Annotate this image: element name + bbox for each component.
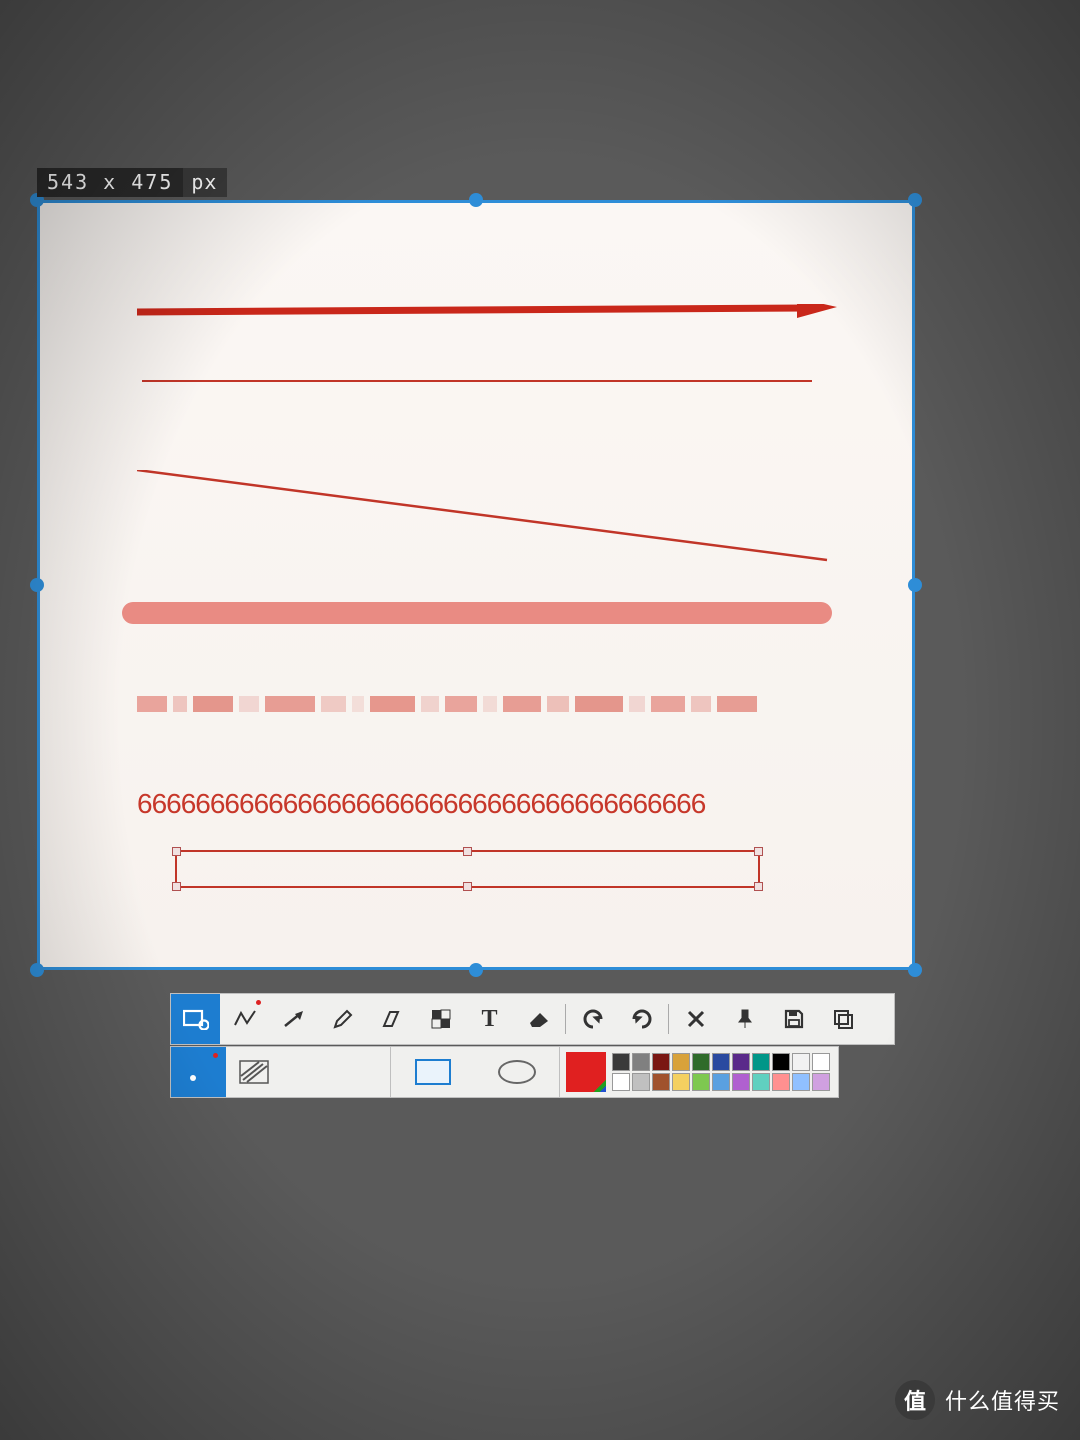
color-swatch[interactable] <box>612 1053 630 1071</box>
canvas-selection[interactable]: 666666666666666666666666666666666666666 <box>37 200 915 970</box>
selection-dimensions: 543 x 475 <box>37 168 183 197</box>
copy-button[interactable] <box>818 994 867 1044</box>
color-swatch-grid <box>612 1053 830 1091</box>
modified-dot-icon <box>256 1000 261 1005</box>
pin-button[interactable] <box>720 994 769 1044</box>
color-swatch[interactable] <box>772 1073 790 1091</box>
resize-handle-bm[interactable] <box>469 963 483 977</box>
color-palette <box>560 1046 839 1098</box>
resize-handle-mr[interactable] <box>908 578 922 592</box>
current-color-swatch[interactable] <box>566 1052 606 1092</box>
shape-options <box>390 1046 560 1098</box>
resize-handle-tm[interactable] <box>469 193 483 207</box>
selection-border <box>37 200 915 970</box>
color-swatch[interactable] <box>772 1053 790 1071</box>
arrow-tool[interactable] <box>269 994 318 1044</box>
color-swatch[interactable] <box>652 1053 670 1071</box>
undo-button[interactable] <box>568 994 617 1044</box>
color-swatch[interactable] <box>752 1053 770 1071</box>
polyline-tool[interactable] <box>220 994 269 1044</box>
color-swatch[interactable] <box>712 1073 730 1091</box>
resize-handle-br[interactable] <box>908 963 922 977</box>
color-swatch[interactable] <box>812 1053 830 1071</box>
shape-ellipse[interactable] <box>490 1047 545 1097</box>
options-subbar <box>170 1046 839 1098</box>
watermark-badge: 值 <box>895 1380 935 1420</box>
color-swatch[interactable] <box>792 1053 810 1071</box>
toolbar-separator <box>668 1004 669 1034</box>
color-swatch[interactable] <box>792 1073 810 1091</box>
shape-rectangle-icon <box>415 1059 451 1085</box>
highlighter-tool[interactable] <box>367 994 416 1044</box>
color-swatch[interactable] <box>672 1073 690 1091</box>
eraser-tool[interactable] <box>514 994 563 1044</box>
color-swatch[interactable] <box>652 1073 670 1091</box>
color-swatch[interactable] <box>692 1053 710 1071</box>
text-tool[interactable]: T <box>465 994 514 1044</box>
close-button[interactable] <box>671 994 720 1044</box>
watermark-text: 什么值得买 <box>945 1384 1060 1416</box>
resize-handle-tr[interactable] <box>908 193 922 207</box>
size-small[interactable] <box>171 1047 226 1097</box>
color-swatch[interactable] <box>812 1073 830 1091</box>
save-button[interactable] <box>769 994 818 1044</box>
color-swatch[interactable] <box>712 1053 730 1071</box>
pencil-tool[interactable] <box>318 994 367 1044</box>
stroke-options <box>170 1046 390 1098</box>
modified-dot-icon <box>213 1053 218 1058</box>
color-swatch[interactable] <box>752 1073 770 1091</box>
mosaic-tool[interactable] <box>416 994 465 1044</box>
shape-ellipse-icon <box>498 1060 536 1084</box>
selection-unit: px <box>183 168 227 197</box>
rect-select-tool[interactable] <box>171 994 220 1044</box>
watermark: 值 什么值得买 <box>895 1380 1060 1420</box>
resize-handle-bl[interactable] <box>30 963 44 977</box>
color-swatch[interactable] <box>612 1073 630 1091</box>
color-swatch[interactable] <box>692 1073 710 1091</box>
shape-rectangle[interactable] <box>406 1047 461 1097</box>
color-swatch[interactable] <box>732 1053 750 1071</box>
color-swatch[interactable] <box>632 1053 650 1071</box>
color-swatch[interactable] <box>632 1073 650 1091</box>
size-hatch[interactable] <box>226 1047 281 1097</box>
annotation-toolbar: T <box>170 993 895 1045</box>
color-swatch[interactable] <box>672 1053 690 1071</box>
redo-button[interactable] <box>617 994 666 1044</box>
selection-size-tooltip: 543 x 475 px <box>37 168 227 197</box>
resize-handle-ml[interactable] <box>30 578 44 592</box>
color-swatch[interactable] <box>732 1073 750 1091</box>
toolbar-separator <box>565 1004 566 1034</box>
